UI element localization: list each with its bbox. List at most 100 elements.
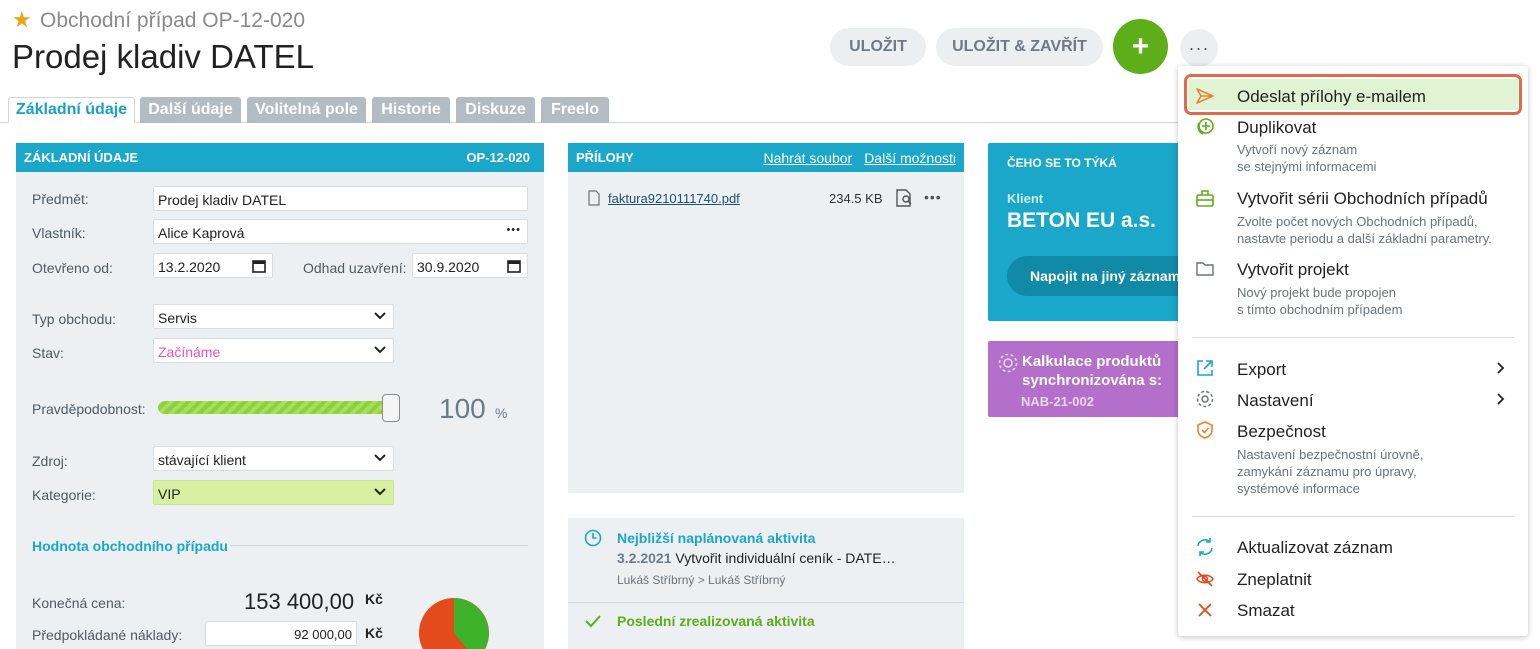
attachments-panel: PŘÍLOHY Nahrát soubor Další možnosti fak… <box>568 143 964 493</box>
preview-icon[interactable] <box>894 188 914 208</box>
menu-duplicate[interactable]: Duplikovat <box>1237 118 1316 138</box>
menu-security-desc-3: systémové informace <box>1237 481 1360 496</box>
menu-duplicate-desc-2: se stejnými informacemi <box>1237 159 1377 174</box>
menu-series-desc-1: Zvolte počet nových Obchodních případů, <box>1237 214 1478 229</box>
folder-icon <box>1196 262 1214 276</box>
menu-duplicate-desc-1: Vytvoří nový záznam <box>1237 142 1358 157</box>
refresh-icon <box>1197 538 1213 556</box>
probability-slider-handle[interactable] <box>382 394 400 422</box>
owner-value: Alice Kaprová <box>158 225 245 241</box>
category-label: Kategorie: <box>32 487 96 503</box>
tab-basic-info[interactable]: Základní údaje <box>8 97 135 123</box>
attachments-header: PŘÍLOHY Nahrát soubor Další možnosti <box>568 143 964 172</box>
chevron-down-icon <box>374 312 386 320</box>
tab-custom-fields[interactable]: Volitelná pole <box>247 97 366 123</box>
state-value: Začínáme <box>158 344 221 360</box>
menu-security[interactable]: Bezpečnost <box>1237 422 1326 442</box>
check-icon <box>585 615 601 628</box>
attachment-file-link[interactable]: faktura9210111740.pdf <box>608 191 740 206</box>
attachment-more-icon[interactable]: ••• <box>924 189 942 205</box>
activity-panel: Nejbližší naplánovaná aktivita 3.2.2021 … <box>568 518 964 649</box>
menu-separator <box>1192 516 1514 517</box>
tab-more-info[interactable]: Další údaje <box>140 97 241 123</box>
client-label: Klient <box>1007 191 1044 206</box>
chevron-right-icon <box>1497 362 1505 374</box>
calendar-icon[interactable] <box>252 259 266 273</box>
activity-divider <box>568 602 964 603</box>
source-select[interactable]: stávající klient <box>153 446 394 471</box>
client-name[interactable]: BETON EU a.s. <box>1007 209 1156 233</box>
state-select[interactable]: Začínáme <box>153 338 394 363</box>
calendar-icon[interactable] <box>507 259 521 273</box>
next-activity-row[interactable]: 3.2.2021 Vytvořit individuální ceník - D… <box>617 550 896 566</box>
source-value: stávající klient <box>158 452 246 468</box>
next-activity-text: Vytvořit individuální ceník - DATE… <box>675 550 896 566</box>
opened-date-input[interactable]: 13.2.2020 <box>153 253 273 278</box>
menu-export[interactable]: Export <box>1237 360 1286 380</box>
calc-code[interactable]: NAB-21-002 <box>1021 394 1094 409</box>
menu-invalidate[interactable]: Zneplatnit <box>1237 570 1312 590</box>
menu-create-series[interactable]: Vytvořit sérii Obchodních případů <box>1237 189 1488 209</box>
menu-settings[interactable]: Nastavení <box>1237 391 1314 411</box>
record-type-subtitle: Obchodní případ OP-12-020 <box>40 9 306 32</box>
state-label: Stav: <box>32 345 64 361</box>
briefcase-icon <box>1196 190 1214 207</box>
costs-currency: Kč <box>365 625 383 641</box>
deal-type-label: Typ obchodu: <box>32 311 117 327</box>
last-activity-title: Poslední zrealizovaná aktivita <box>617 613 815 629</box>
probability-slider-track[interactable] <box>158 401 391 414</box>
owner-input[interactable]: Alice Kaprová ••• <box>153 219 528 244</box>
save-button[interactable]: ULOŽIT <box>830 28 926 66</box>
shield-icon <box>1197 421 1213 439</box>
close-icon <box>1198 603 1212 617</box>
more-actions-menu: Odeslat přílohy e-mailem Duplikovat Vytv… <box>1178 66 1528 636</box>
margin-pie-chart <box>419 598 489 649</box>
opened-date-value: 13.2.2020 <box>158 259 221 275</box>
costs-input[interactable]: 92 000,00 <box>205 621 357 646</box>
record-code: OP-12-020 <box>466 150 530 165</box>
menu-project-desc-2: s tímto obchodním případem <box>1237 302 1403 317</box>
next-activity-title: Nejbližší naplánovaná aktivita <box>617 530 816 546</box>
final-price-currency: Kč <box>365 591 383 607</box>
add-button[interactable]: + <box>1113 19 1168 74</box>
upload-file-link[interactable]: Nahrát soubor <box>763 150 852 166</box>
connect-record-button[interactable]: Napojit na jiný záznam <box>1007 256 1207 296</box>
section-divider <box>230 545 528 546</box>
clock-icon <box>584 529 602 547</box>
owner-label: Vlastník: <box>32 225 86 241</box>
category-select[interactable]: VIP <box>153 480 394 505</box>
deal-type-value: Servis <box>158 310 197 326</box>
estimate-date-input[interactable]: 30.9.2020 <box>412 253 528 278</box>
final-price-label: Konečná cena: <box>32 595 126 611</box>
menu-delete[interactable]: Smazat <box>1237 601 1295 621</box>
subject-label: Předmět: <box>32 191 89 207</box>
menu-series-desc-2: nastavte periodu a další základní parame… <box>1237 231 1492 246</box>
subject-input[interactable]: Prodej kladiv DATEL <box>153 186 528 211</box>
menu-refresh-record[interactable]: Aktualizovat záznam <box>1237 538 1393 558</box>
file-icon <box>588 190 600 206</box>
chevron-down-icon <box>374 454 386 462</box>
menu-create-project[interactable]: Vytvořit projekt <box>1237 260 1349 280</box>
menu-send-email[interactable]: Odeslat přílohy e-mailem <box>1237 87 1426 107</box>
menu-security-desc-1: Nastavení bezpečnostní úrovně, <box>1237 447 1424 462</box>
basic-info-title: ZÁKLADNÍ ÚDAJE <box>24 150 139 165</box>
page-title: Prodej kladiv DATEL <box>12 38 315 75</box>
more-actions-button[interactable]: ··· <box>1180 29 1218 67</box>
send-icon <box>1196 88 1214 104</box>
probability-value: 100 <box>439 393 486 424</box>
tab-freelo[interactable]: Freelo <box>541 97 609 123</box>
owner-more-icon[interactable]: ••• <box>506 224 521 236</box>
favorite-star-icon[interactable]: ★ <box>12 9 32 31</box>
deal-type-select[interactable]: Servis <box>153 304 394 329</box>
tab-discussion[interactable]: Diskuze <box>456 97 535 123</box>
estimate-label: Odhad uzavření: <box>303 260 407 276</box>
more-options-link[interactable]: Další možnosti <box>864 150 956 166</box>
tab-history[interactable]: Historie <box>372 97 450 123</box>
save-and-close-button[interactable]: ULOŽIT & ZAVŘÍT <box>936 28 1103 66</box>
attachment-file-size: 234.5 KB <box>829 191 883 206</box>
opened-label: Otevřeno od: <box>32 260 113 276</box>
category-value: VIP <box>158 486 181 502</box>
probability-unit: % <box>495 405 508 421</box>
calc-line-1: Kalkulace produktů <box>1022 353 1162 370</box>
source-label: Zdroj: <box>32 453 68 469</box>
